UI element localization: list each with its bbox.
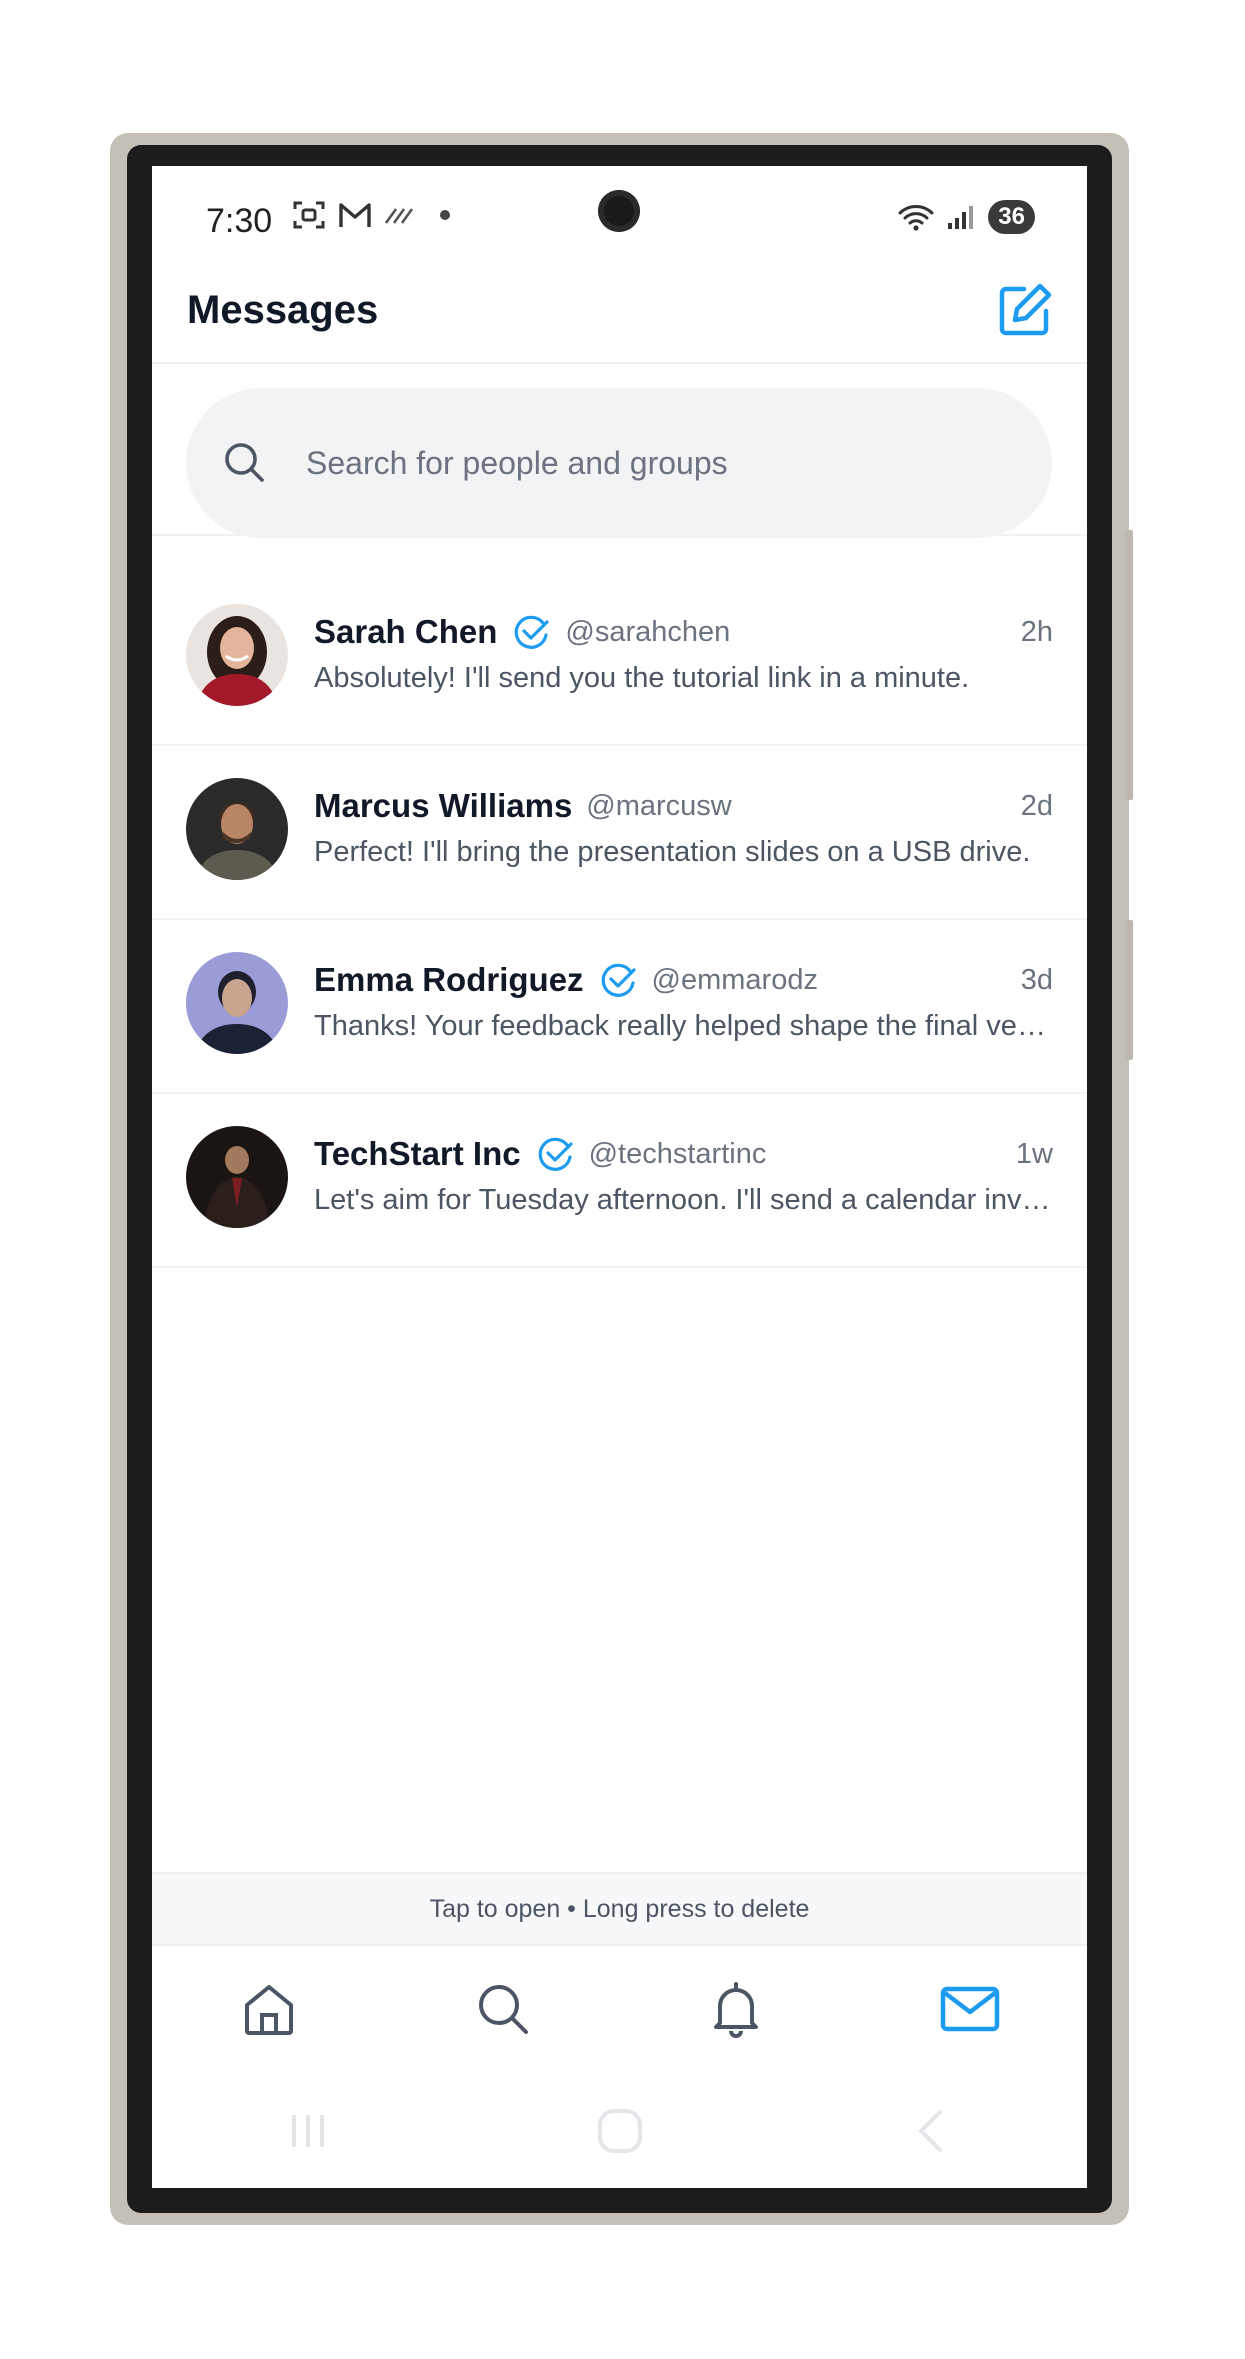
status-time: 7:30	[206, 202, 273, 240]
mail-icon	[940, 1986, 1000, 2032]
contact-handle: @techstartinc	[588, 1137, 767, 1170]
verified-icon	[600, 961, 638, 999]
search-icon	[478, 1985, 528, 2034]
contact-handle: @marcusw	[586, 789, 732, 822]
search-input[interactable]	[304, 434, 1008, 492]
hint-bar: Tap to open • Long press to delete	[152, 1872, 1087, 1946]
contact-handle: @sarahchen	[565, 615, 731, 648]
verified-icon	[513, 613, 551, 651]
nav-messages[interactable]	[853, 1944, 1087, 2074]
home-circle-icon	[597, 2109, 642, 2153]
gmail-icon	[339, 203, 371, 227]
nav-search[interactable]	[386, 1944, 620, 2074]
system-navigation	[152, 2076, 1087, 2186]
message-preview: Thanks! Your feedback really helped shap…	[314, 1010, 1053, 1042]
message-time: 2d	[1020, 789, 1053, 822]
conversation-item[interactable]: Marcus Williams @marcusw 2d Perfect! I'l…	[152, 746, 1087, 920]
avatar	[186, 952, 288, 1054]
compose-icon	[999, 283, 1052, 336]
avatar	[186, 1126, 288, 1228]
avatar	[186, 778, 288, 880]
nav-home[interactable]	[152, 1944, 386, 2074]
message-preview: Absolutely! I'll send you the tutorial l…	[314, 662, 970, 694]
signal-icon	[948, 206, 974, 229]
contact-name: Emma Rodriguez	[314, 961, 584, 998]
battery-indicator: 36	[988, 200, 1035, 234]
verified-icon	[537, 1135, 575, 1173]
search-icon	[225, 443, 264, 482]
nav-notifications[interactable]	[620, 1944, 854, 2074]
search-section	[152, 364, 1087, 538]
compose-button[interactable]	[995, 280, 1055, 340]
conversation-list: Sarah Chen @sarahchen 2h Absolutely! I'l…	[152, 572, 1087, 1268]
conversation-item[interactable]: Emma Rodriguez @emmarodz 3d Thanks! Your…	[152, 920, 1087, 1094]
search-bar[interactable]	[186, 388, 1052, 538]
message-preview: Let's aim for Tuesday afternoon. I'll se…	[314, 1184, 1053, 1216]
screenshot-icon	[293, 201, 325, 229]
bell-icon	[714, 1982, 759, 2038]
more-notifications-dot	[440, 210, 450, 220]
home-button[interactable]	[464, 2076, 776, 2186]
recents-icon	[291, 2115, 324, 2147]
data-saver-icon	[384, 208, 414, 224]
page-title: Messages	[187, 288, 379, 332]
status-bar: 7:30 36	[152, 166, 1087, 266]
contact-name: TechStart Inc	[314, 1135, 521, 1172]
avatar	[186, 604, 288, 706]
conversation-item[interactable]: TechStart Inc @techstartinc 1w Let's aim…	[152, 1094, 1087, 1268]
power-button	[1125, 920, 1133, 1060]
system-status-icons: 36	[898, 200, 1035, 234]
message-time: 3d	[1020, 963, 1053, 996]
contact-handle: @emmarodz	[651, 963, 818, 996]
message-preview: Perfect! I'll bring the presentation sli…	[314, 836, 1031, 868]
back-button[interactable]	[775, 2076, 1087, 2186]
screen: 7:30 36 Messages Search for people and g…	[152, 166, 1087, 2188]
notification-icons	[292, 200, 450, 230]
conversation-item[interactable]: Sarah Chen @sarahchen 2h Absolutely! I'l…	[152, 572, 1087, 746]
header: Messages	[152, 266, 1087, 364]
contact-name: Sarah Chen	[314, 613, 498, 650]
contact-name: Marcus Williams	[314, 787, 573, 824]
bottom-nav	[152, 1944, 1087, 2074]
volume-button	[1125, 530, 1133, 800]
message-time: 2h	[1020, 615, 1053, 648]
wifi-icon	[898, 205, 934, 231]
message-time: 1w	[1015, 1137, 1053, 1170]
recents-button[interactable]	[152, 2076, 464, 2186]
back-icon	[918, 2109, 943, 2153]
front-camera	[598, 190, 640, 232]
home-icon	[244, 1985, 293, 2035]
